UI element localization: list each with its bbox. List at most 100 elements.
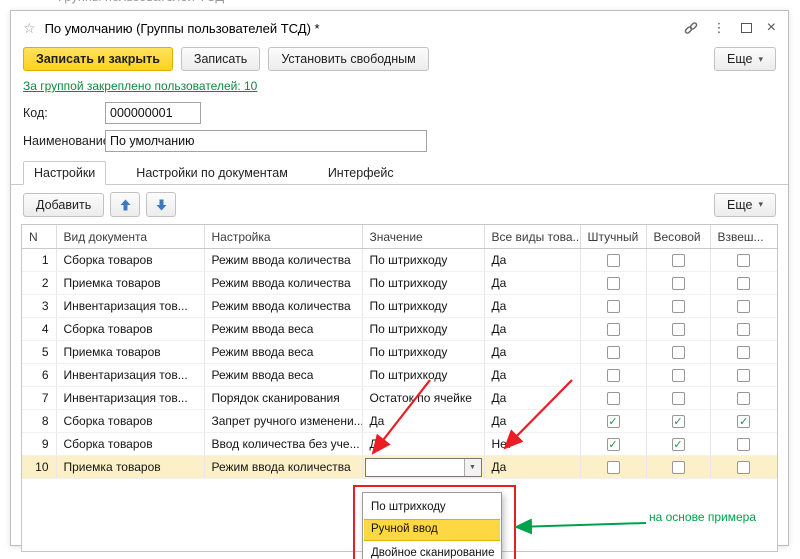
weighted-checkbox[interactable] <box>737 277 750 290</box>
combo-dropdown-button[interactable]: ▼ <box>464 459 481 476</box>
tab-interface[interactable]: Интерфейс <box>318 162 404 184</box>
value-cell[interactable]: По штрихкоду <box>362 249 484 272</box>
table-row[interactable]: 3 Инвентаризация тов... Режим ввода коли… <box>22 295 777 318</box>
weighted-checkbox[interactable] <box>737 323 750 336</box>
weight-checkbox[interactable]: ✓ <box>672 438 685 451</box>
value-cell[interactable]: Да <box>362 410 484 433</box>
weight-checkbox[interactable] <box>672 323 685 336</box>
weight-checkbox[interactable] <box>672 369 685 382</box>
weighted-checkbox[interactable] <box>737 392 750 405</box>
weight-checkbox[interactable] <box>672 392 685 405</box>
value-cell[interactable]: По штрихкоду <box>362 341 484 364</box>
weight-checkbox[interactable] <box>672 300 685 313</box>
setting-cell[interactable]: Режим ввода веса <box>204 318 362 341</box>
save-button[interactable]: Записать <box>181 47 260 71</box>
all-kinds-cell[interactable]: Нет <box>484 433 580 456</box>
setting-cell[interactable]: Режим ввода веса <box>204 364 362 387</box>
doc-type-cell[interactable]: Сборка товаров <box>56 410 204 433</box>
value-editor-text[interactable] <box>366 459 464 476</box>
move-up-button[interactable] <box>110 192 140 217</box>
setting-cell[interactable]: Запрет ручного изменени... <box>204 410 362 433</box>
add-row-button[interactable]: Добавить <box>23 193 104 217</box>
doc-type-cell[interactable]: Приемка товаров <box>56 456 204 479</box>
doc-type-cell[interactable]: Инвентаризация тов... <box>56 295 204 318</box>
piece-checkbox[interactable]: ✓ <box>607 415 620 428</box>
weighted-checkbox[interactable] <box>737 461 750 474</box>
all-kinds-cell[interactable]: Да <box>484 456 580 479</box>
doc-type-cell[interactable]: Инвентаризация тов... <box>56 387 204 410</box>
doc-type-cell[interactable]: Инвентаризация тов... <box>56 364 204 387</box>
table-row-selected[interactable]: 10 Приемка товаров Режим ввода количеств… <box>22 456 777 479</box>
table-row[interactable]: 4 Сборка товаров Режим ввода веса По штр… <box>22 318 777 341</box>
value-cell[interactable]: По штрихкоду <box>362 295 484 318</box>
all-kinds-cell[interactable]: Да <box>484 410 580 433</box>
row-number[interactable]: 10 <box>22 456 56 479</box>
setting-cell[interactable]: Ввод количества без уче... <box>204 433 362 456</box>
setting-cell[interactable]: Режим ввода веса <box>204 341 362 364</box>
row-number[interactable]: 4 <box>22 318 56 341</box>
all-kinds-cell[interactable]: Да <box>484 341 580 364</box>
favorite-star-icon[interactable]: ☆ <box>23 20 36 37</box>
set-free-button[interactable]: Установить свободным <box>268 47 428 71</box>
get-link-icon[interactable] <box>684 21 698 35</box>
value-cell[interactable]: По штрихкоду <box>362 318 484 341</box>
weighted-checkbox[interactable] <box>737 346 750 359</box>
all-kinds-cell[interactable]: Да <box>484 272 580 295</box>
piece-checkbox[interactable] <box>607 369 620 382</box>
weight-checkbox[interactable] <box>672 346 685 359</box>
code-input[interactable] <box>105 102 201 124</box>
table-row[interactable]: 9 Сборка товаров Ввод количества без уче… <box>22 433 777 456</box>
doc-type-cell[interactable]: Приемка товаров <box>56 341 204 364</box>
all-kinds-cell[interactable]: Да <box>484 387 580 410</box>
value-cell[interactable]: По штрихкоду <box>362 272 484 295</box>
row-number[interactable]: 9 <box>22 433 56 456</box>
doc-type-cell[interactable]: Сборка товаров <box>56 249 204 272</box>
table-row[interactable]: 1 Сборка товаров Режим ввода количества … <box>22 249 777 272</box>
piece-checkbox[interactable] <box>607 323 620 336</box>
doc-type-cell[interactable]: Сборка товаров <box>56 433 204 456</box>
setting-cell[interactable]: Порядок сканирования <box>204 387 362 410</box>
setting-cell[interactable]: Режим ввода количества <box>204 295 362 318</box>
piece-checkbox[interactable] <box>607 346 620 359</box>
group-users-link[interactable]: За группой закреплено пользователей: 10 <box>23 79 257 93</box>
value-cell[interactable]: Да <box>362 433 484 456</box>
table-row[interactable]: 8 Сборка товаров Запрет ручного изменени… <box>22 410 777 433</box>
table-row[interactable]: 5 Приемка товаров Режим ввода веса По шт… <box>22 341 777 364</box>
piece-checkbox[interactable]: ✓ <box>607 438 620 451</box>
piece-checkbox[interactable] <box>607 254 620 267</box>
table-row[interactable]: 7 Инвентаризация тов... Порядок сканиров… <box>22 387 777 410</box>
weight-checkbox[interactable] <box>672 277 685 290</box>
weighted-checkbox[interactable] <box>737 254 750 267</box>
value-cell[interactable]: Остаток по ячейке <box>362 387 484 410</box>
setting-cell[interactable]: Режим ввода количества <box>204 272 362 295</box>
tab-settings-by-documents[interactable]: Настройки по документам <box>126 162 298 184</box>
dropdown-item[interactable]: По штрихкоду <box>364 497 500 517</box>
setting-cell[interactable]: Режим ввода количества <box>204 249 362 272</box>
row-number[interactable]: 5 <box>22 341 56 364</box>
piece-checkbox[interactable] <box>607 461 620 474</box>
weighted-checkbox[interactable] <box>737 369 750 382</box>
doc-type-cell[interactable]: Приемка товаров <box>56 272 204 295</box>
table-row[interactable]: 6 Инвентаризация тов... Режим ввода веса… <box>22 364 777 387</box>
all-kinds-cell[interactable]: Да <box>484 364 580 387</box>
piece-checkbox[interactable] <box>607 392 620 405</box>
weight-checkbox[interactable] <box>672 254 685 267</box>
weighted-checkbox[interactable] <box>737 438 750 451</box>
all-kinds-cell[interactable]: Да <box>484 318 580 341</box>
weighted-checkbox[interactable] <box>737 300 750 313</box>
dropdown-item-highlighted[interactable]: Ручной ввод <box>364 519 500 541</box>
more-button[interactable]: Еще ▾ <box>714 47 776 71</box>
value-editor[interactable]: ▼ <box>365 458 482 477</box>
name-input[interactable] <box>105 130 427 152</box>
save-and-close-button[interactable]: Записать и закрыть <box>23 47 173 71</box>
row-number[interactable]: 2 <box>22 272 56 295</box>
move-down-button[interactable] <box>146 192 176 217</box>
value-cell-editing[interactable]: ▼ <box>362 456 484 479</box>
row-number[interactable]: 1 <box>22 249 56 272</box>
grid-more-button[interactable]: Еще ▾ <box>714 193 776 217</box>
weight-checkbox[interactable]: ✓ <box>672 415 685 428</box>
all-kinds-cell[interactable]: Да <box>484 295 580 318</box>
maximize-icon[interactable] <box>741 23 752 33</box>
weighted-checkbox[interactable]: ✓ <box>737 415 750 428</box>
close-icon[interactable]: × <box>767 20 776 36</box>
